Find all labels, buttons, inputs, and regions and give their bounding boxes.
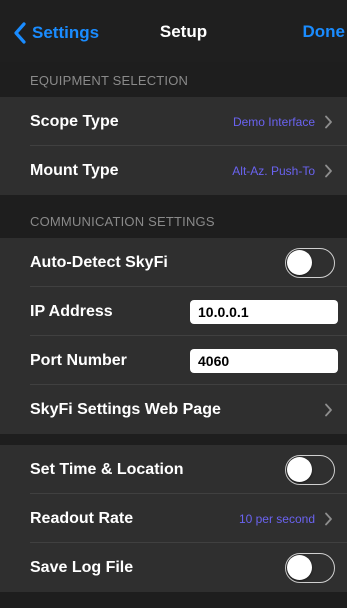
- navigation-bar: Settings Setup Done: [0, 0, 347, 62]
- chevron-right-icon: [325, 115, 332, 128]
- section-header-communication-label: COMMUNICATION SETTINGS: [30, 214, 215, 229]
- readout-rate-row[interactable]: Readout Rate 10 per second: [0, 494, 347, 543]
- set-time-location-toggle[interactable]: [285, 454, 335, 485]
- done-button[interactable]: Done: [303, 22, 346, 42]
- back-button[interactable]: Settings: [12, 20, 99, 46]
- port-number-row: Port Number: [0, 336, 347, 385]
- port-number-label: Port Number: [30, 351, 127, 369]
- ip-address-row: IP Address: [0, 287, 347, 336]
- section-header-equipment: EQUIPMENT SELECTION: [0, 62, 347, 97]
- scope-type-row[interactable]: Scope Type Demo Interface: [0, 97, 347, 146]
- chevron-right-icon: [325, 164, 332, 177]
- back-button-label: Settings: [32, 23, 100, 42]
- chevron-right-icon: [325, 403, 332, 416]
- ip-address-label: IP Address: [30, 302, 113, 320]
- set-time-location-label: Set Time & Location: [30, 460, 184, 478]
- chevron-left-icon: [14, 22, 26, 44]
- section-gap: [0, 434, 347, 445]
- ip-address-input[interactable]: [190, 299, 338, 324]
- auto-detect-row: Auto-Detect SkyFi: [0, 238, 347, 287]
- section-header-equipment-label: EQUIPMENT SELECTION: [30, 73, 189, 88]
- save-log-file-row: Save Log File: [0, 543, 347, 592]
- toggle-knob: [287, 249, 312, 275]
- save-log-file-label: Save Log File: [30, 558, 134, 576]
- save-log-file-toggle[interactable]: [285, 552, 335, 583]
- mount-type-label: Mount Type: [30, 161, 119, 179]
- web-page-label: SkyFi Settings Web Page: [30, 400, 221, 418]
- auto-detect-label: Auto-Detect SkyFi: [30, 253, 168, 271]
- auto-detect-toggle[interactable]: [285, 247, 335, 278]
- mount-type-value: Alt-Az. Push-To: [232, 163, 315, 178]
- set-time-location-row: Set Time & Location: [0, 445, 347, 494]
- web-page-row[interactable]: SkyFi Settings Web Page: [0, 385, 347, 434]
- toggle-knob: [287, 554, 312, 580]
- scope-type-value: Demo Interface: [232, 114, 315, 129]
- scope-type-label: Scope Type: [30, 112, 119, 130]
- bottom-spacer: [0, 593, 347, 608]
- readout-rate-value: 10 per second: [238, 511, 315, 526]
- readout-rate-label: Readout Rate: [30, 509, 134, 527]
- port-number-input[interactable]: [190, 348, 338, 373]
- page-title-text: Setup: [159, 22, 208, 41]
- section-header-communication: COMMUNICATION SETTINGS: [0, 203, 347, 238]
- mount-type-row[interactable]: Mount Type Alt-Az. Push-To: [0, 146, 347, 195]
- chevron-right-icon: [325, 512, 332, 525]
- toggle-knob: [287, 456, 312, 482]
